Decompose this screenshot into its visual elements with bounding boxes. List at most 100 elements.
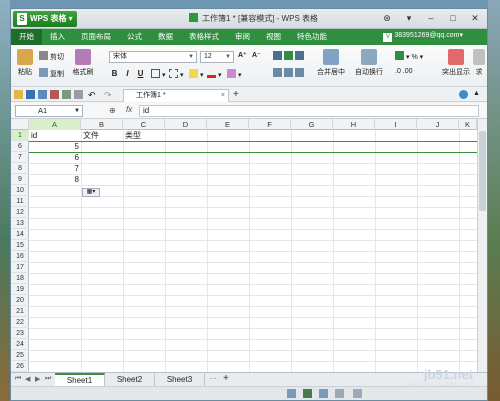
wrap-text-button[interactable]: 自动换行 (351, 49, 387, 77)
row-header[interactable]: 7 (11, 152, 29, 163)
menu-data[interactable]: 数据 (150, 29, 181, 45)
menu-view[interactable]: 视图 (258, 29, 289, 45)
row-header[interactable]: 18 (11, 273, 29, 284)
cell-a9[interactable]: 8 (31, 174, 79, 185)
row-header[interactable]: 23 (11, 328, 29, 339)
row-header[interactable]: 16 (11, 251, 29, 262)
row-header[interactable]: 26 (11, 361, 29, 372)
underline-button[interactable]: U (135, 68, 146, 80)
formula-input[interactable]: id (139, 105, 479, 117)
row-header[interactable]: 25 (11, 350, 29, 361)
select-all-corner[interactable] (11, 119, 29, 130)
paste-button[interactable]: 粘贴 (15, 49, 35, 77)
shrink-font-button[interactable]: A⁻ (252, 51, 261, 59)
justify-buttons[interactable] (273, 68, 306, 78)
minimize-button[interactable]: – (423, 11, 439, 25)
decimal-buttons[interactable]: .0 .00 (395, 68, 413, 75)
vertical-scrollbar[interactable] (477, 119, 487, 372)
cell-a7[interactable]: 6 (31, 152, 79, 163)
prev-sheet-icon[interactable]: ◀ (25, 375, 30, 383)
row-header[interactable]: 9 (11, 174, 29, 185)
collapse-ribbon-icon[interactable]: ▲ (473, 90, 482, 99)
column-header[interactable]: J (417, 119, 459, 130)
save-icon[interactable] (26, 90, 35, 99)
new-tab-button[interactable]: + (233, 89, 239, 101)
cell-c1[interactable]: 类型 (125, 130, 141, 141)
page-layout-icon[interactable] (303, 389, 312, 398)
cloud-icon[interactable] (459, 90, 468, 99)
cell-a1[interactable]: id (31, 130, 37, 141)
close-tab-icon[interactable]: × (221, 90, 225, 102)
name-box[interactable]: A1 ▼ (15, 105, 83, 117)
number-format-button[interactable]: ▾ % ▾ (395, 51, 423, 61)
sheet-tab-sheet2[interactable]: Sheet2 (105, 373, 155, 386)
menu-page-layout[interactable]: 页面布局 (73, 29, 119, 45)
column-header[interactable]: F (249, 119, 291, 130)
cell-a6[interactable]: 5 (31, 141, 79, 152)
preview-icon[interactable] (62, 90, 71, 99)
column-header[interactable]: D (165, 119, 207, 130)
last-sheet-icon[interactable]: ⏭ (45, 375, 51, 383)
row-header[interactable]: 22 (11, 317, 29, 328)
row-header[interactable]: 24 (11, 339, 29, 350)
column-header[interactable]: H (333, 119, 375, 130)
maximize-button[interactable]: □ (445, 11, 461, 25)
row-header[interactable]: 6 (11, 141, 29, 152)
row-header[interactable]: 21 (11, 306, 29, 317)
highlight-button[interactable]: 突出显示 (439, 49, 473, 77)
column-header[interactable]: E (207, 119, 249, 130)
sheet-tab-sheet3[interactable]: Sheet3 (155, 373, 205, 386)
merge-border-button[interactable]: ▾ (169, 69, 184, 79)
column-header[interactable]: K (459, 119, 477, 130)
function-button[interactable]: fx (126, 105, 132, 114)
page-break-icon[interactable] (319, 389, 328, 398)
document-tab[interactable]: 工作簿1 * × (123, 89, 229, 102)
app-menu-button[interactable]: S WPS 表格 ▾ (13, 11, 77, 27)
print-icon[interactable] (38, 90, 47, 99)
spreadsheet-grid[interactable]: A B C D E F G H I J K 1 6 7 8 9 10 11 12… (11, 119, 477, 372)
column-header[interactable]: C (123, 119, 165, 130)
menu-review[interactable]: 审阅 (227, 29, 258, 45)
account-info[interactable]: V 383951269@qq.com▾ (383, 31, 463, 42)
format-painter-button[interactable]: 格式刷 (71, 49, 95, 77)
menu-formulas[interactable]: 公式 (119, 29, 150, 45)
sum-button[interactable]: 求 (473, 49, 485, 77)
row-header[interactable]: 13 (11, 218, 29, 229)
copy-button[interactable]: 复制 (39, 68, 64, 79)
add-sheet-button[interactable]: + (223, 373, 229, 384)
merge-center-button[interactable]: 合并居中 (311, 49, 351, 77)
column-header[interactable]: A (29, 119, 81, 130)
column-header[interactable]: I (375, 119, 417, 130)
row-header[interactable]: 14 (11, 229, 29, 240)
cell-a8[interactable]: 7 (31, 163, 79, 174)
open-icon[interactable] (14, 90, 23, 99)
grow-font-button[interactable]: A⁺ (238, 51, 247, 59)
row-header[interactable]: 20 (11, 295, 29, 306)
first-sheet-icon[interactable]: ⏮ (15, 375, 21, 383)
cut-button[interactable]: 剪切 (39, 51, 64, 62)
menu-special[interactable]: 特色功能 (289, 29, 335, 45)
close-button[interactable]: ✕ (467, 11, 483, 25)
redo-icon[interactable]: ↷ (104, 90, 113, 100)
row-header[interactable]: 10 (11, 185, 29, 196)
row-header[interactable]: 11 (11, 196, 29, 207)
row-header[interactable]: 8 (11, 163, 29, 174)
undo-icon[interactable]: ↶ (88, 90, 97, 100)
align-buttons[interactable] (273, 51, 306, 61)
fill-color-button[interactable]: ▾ (189, 69, 204, 79)
font-size-select[interactable]: 12 ▼ (200, 51, 234, 63)
clear-format-button[interactable]: ▾ (227, 69, 242, 79)
row-header[interactable]: 15 (11, 240, 29, 251)
menu-home[interactable]: 开始 (11, 29, 42, 45)
column-header[interactable]: G (291, 119, 333, 130)
italic-button[interactable]: I (122, 68, 133, 80)
row-header[interactable]: 19 (11, 284, 29, 295)
cell-b1[interactable]: 文件 (83, 130, 99, 141)
row-header[interactable]: 1 (11, 130, 29, 141)
skin-icon[interactable]: ⊛ (379, 11, 395, 25)
menu-insert[interactable]: 插入 (42, 29, 73, 45)
export-pdf-icon[interactable] (50, 90, 59, 99)
reading-mode-icon[interactable] (335, 389, 344, 398)
more-sheets-button[interactable]: ··· (209, 374, 217, 383)
normal-view-icon[interactable] (287, 389, 296, 398)
